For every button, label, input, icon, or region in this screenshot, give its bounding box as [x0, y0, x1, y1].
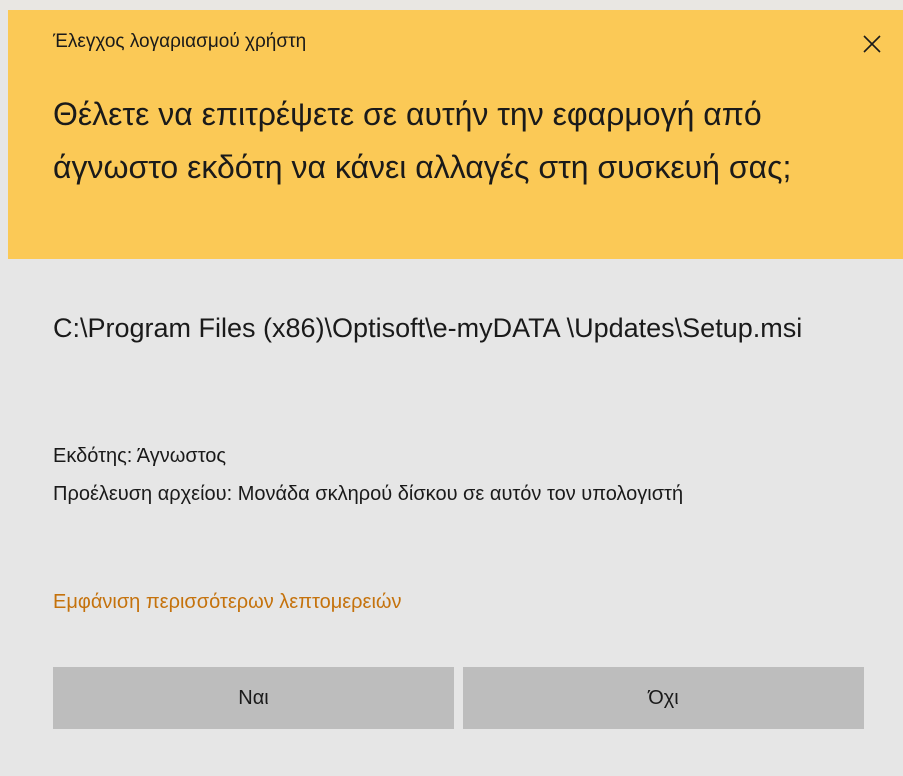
file-origin-label: Προέλευση αρχείου: Μονάδα σκληρού δίσκου…	[53, 483, 684, 505]
close-icon	[863, 35, 881, 53]
show-more-details-link[interactable]: Εμφάνιση περισσότερων λεπτομερειών	[53, 591, 402, 614]
window-title: Έλεγχος λογαριασμού χρήστη	[53, 31, 307, 52]
uac-dialog: Έλεγχος λογαριασμού χρήστη Θέλετε να επι…	[0, 0, 903, 776]
program-path: C:\Program Files (x86)\Optisoft\e-myDATA…	[53, 313, 803, 343]
dialog-header: Έλεγχος λογαριασμού χρήστη Θέλετε να επι…	[8, 10, 903, 259]
no-button[interactable]: Όχι	[463, 667, 864, 729]
close-button[interactable]	[851, 24, 893, 64]
top-strip	[0, 0, 903, 10]
publisher-label: Εκδότης: Άγνωστος	[53, 445, 227, 467]
yes-button[interactable]: Ναι	[53, 667, 454, 729]
program-info: Εκδότης: Άγνωστος Προέλευση αρχείου: Μον…	[53, 437, 873, 513]
uac-question: Θέλετε να επιτρέψετε σε αυτήν την εφαρμο…	[53, 96, 792, 185]
